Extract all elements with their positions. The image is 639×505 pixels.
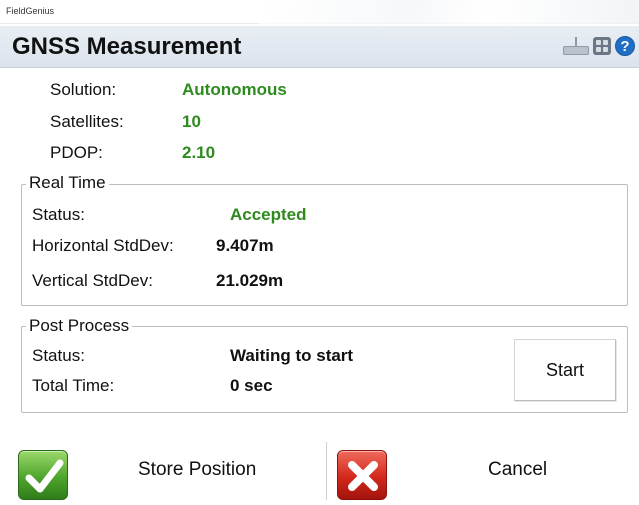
checkmark-icon [18, 450, 68, 500]
store-position-button[interactable]: Store Position [0, 436, 326, 505]
satellites-label: Satellites: [50, 112, 124, 131]
title-bar: GNSS Measurement ? [0, 26, 639, 68]
pp-status-value: Waiting to start [230, 346, 354, 365]
rt-status-label: Status: [32, 205, 85, 224]
post-process-legend: Post Process [26, 316, 133, 336]
pdop-value: 2.10 [182, 143, 216, 162]
vertical-stddev-label: Vertical StdDev: [32, 271, 153, 290]
start-button[interactable]: Start [514, 339, 616, 401]
app-bar-decoration [259, 0, 639, 24]
total-time-label: Total Time: [32, 376, 115, 395]
real-time-legend: Real Time [26, 173, 109, 193]
solution-value: Autonomous [182, 80, 287, 99]
title-icons: ? [563, 36, 635, 56]
page-title: GNSS Measurement [12, 33, 242, 60]
satellites-value: 10 [182, 112, 201, 131]
horizontal-stddev-value: 9.407m [216, 236, 274, 255]
grid-icon[interactable] [593, 37, 611, 55]
keyboard-icon[interactable] [563, 37, 589, 55]
help-icon[interactable]: ? [615, 36, 635, 56]
vertical-stddev-value: 21.029m [216, 271, 284, 290]
solution-label: Solution: [50, 80, 117, 99]
action-divider [326, 442, 327, 500]
close-icon [337, 450, 387, 500]
rt-status-value: Accepted [230, 205, 307, 224]
app-name: FieldGenius [6, 6, 55, 16]
cancel-label: Cancel [488, 459, 548, 480]
app-bar: FieldGenius [0, 0, 639, 24]
total-time-value: 0 sec [230, 376, 273, 395]
action-bar: Store Position Cancel [0, 436, 639, 505]
horizontal-stddev-label: Horizontal StdDev: [32, 236, 174, 255]
store-position-label: Store Position [138, 459, 257, 480]
pdop-label: PDOP: [50, 143, 103, 162]
pp-status-label: Status: [32, 346, 85, 365]
